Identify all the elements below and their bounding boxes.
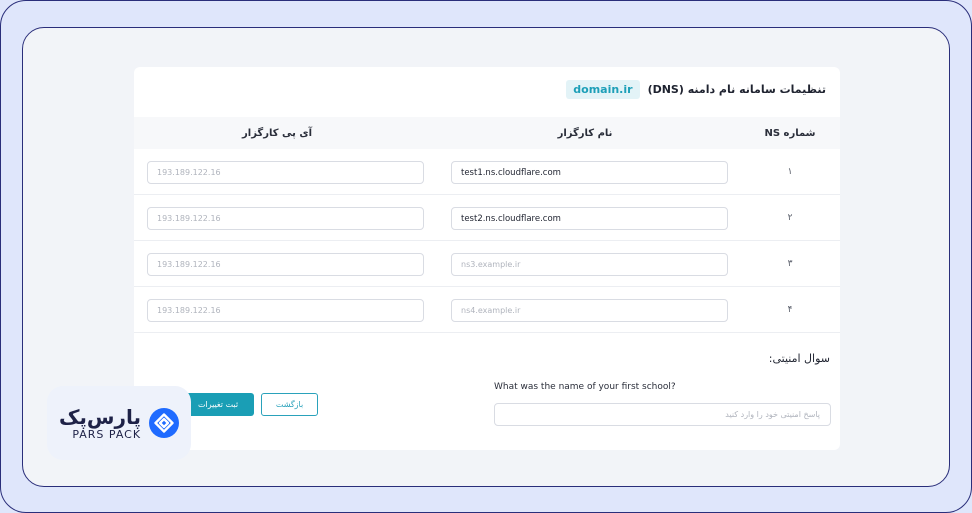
security-question-label: سوال امنیتی: bbox=[768, 352, 830, 365]
domain-badge: domain.ir bbox=[566, 79, 640, 99]
ip-input[interactable]: 193.189.122.16 bbox=[147, 253, 424, 276]
ip-input[interactable]: 193.189.122.16 bbox=[147, 161, 424, 184]
submit-changes-button[interactable]: ثبت تغییرات bbox=[182, 393, 254, 416]
brand-logo-fa: پارس‌پک bbox=[58, 404, 142, 429]
brand-logo-icon bbox=[149, 408, 180, 438]
column-header-ns: شماره NS bbox=[764, 127, 816, 139]
logo-card: پارس‌پک PARS PACK bbox=[47, 386, 191, 460]
table-row: ۴ ns4.example.ir 193.189.122.16 bbox=[134, 287, 840, 333]
table-row: ۳ ns3.example.ir 193.189.122.16 bbox=[134, 241, 840, 287]
table-header: شماره NS نام کارگزار آی پی کارگزار bbox=[134, 117, 840, 149]
table-row: ۱ test1.ns.cloudflare.com 193.189.122.16 bbox=[134, 149, 840, 195]
column-header-name: نام کارگزار bbox=[557, 127, 613, 139]
ip-input[interactable]: 193.189.122.16 bbox=[147, 207, 424, 230]
security-answer-input[interactable]: پاسخ امنیتی خود را وارد کنید bbox=[494, 403, 831, 426]
column-header-ip: آی پی کارگزار bbox=[242, 127, 312, 139]
nameserver-input[interactable]: test1.ns.cloudflare.com bbox=[451, 161, 728, 184]
nameserver-input[interactable]: ns4.example.ir bbox=[451, 299, 728, 322]
page-title: تنظیمات سامانه نام دامنه (DNS) bbox=[647, 82, 826, 96]
ip-input[interactable]: 193.189.122.16 bbox=[147, 299, 424, 322]
security-question-text: What was the name of your first school? bbox=[494, 382, 676, 392]
ns-number: ۳ bbox=[787, 259, 793, 269]
table-row: ۲ test2.ns.cloudflare.com 193.189.122.16 bbox=[134, 195, 840, 241]
brand-logo-en: PARS PACK bbox=[72, 427, 142, 441]
ns-number: ۱ bbox=[787, 167, 793, 177]
ns-number: ۴ bbox=[787, 305, 793, 315]
back-button[interactable]: بازگشت bbox=[261, 393, 318, 416]
nameserver-input[interactable]: test2.ns.cloudflare.com bbox=[451, 207, 728, 230]
card-header: تنظیمات سامانه نام دامنه (DNS) domain.ir bbox=[566, 78, 826, 100]
brand-logo-text: پارس‌پک PARS PACK bbox=[59, 407, 141, 440]
ns-number: ۲ bbox=[787, 213, 793, 223]
nameserver-input[interactable]: ns3.example.ir bbox=[451, 253, 728, 276]
dns-settings-card: تنظیمات سامانه نام دامنه (DNS) domain.ir… bbox=[134, 67, 840, 450]
